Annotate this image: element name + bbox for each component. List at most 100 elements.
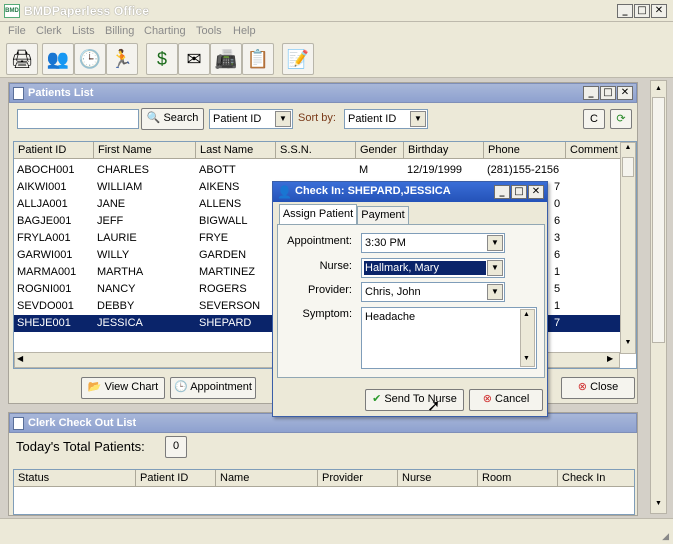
cell-first-name: JEFF — [97, 215, 124, 227]
scroll-right-icon[interactable]: ▶ — [607, 354, 613, 363]
chevron-down-icon[interactable]: ▼ — [410, 111, 426, 127]
menu-file[interactable]: File — [8, 25, 26, 37]
chevron-down-icon[interactable]: ▼ — [487, 260, 503, 276]
chevron-down-icon[interactable]: ▼ — [275, 111, 291, 127]
nurse-select[interactable]: Hallmark, Mary ▼ — [361, 258, 505, 278]
cell-phone: 5 — [554, 283, 561, 295]
symptom-scrollbar[interactable]: ▲ ▼ — [520, 309, 535, 367]
scroll-down-icon[interactable]: ▼ — [622, 339, 634, 351]
clock-icon[interactable]: 🕒 — [74, 43, 106, 75]
cell-phone: (281)155-2156 — [487, 164, 560, 176]
scroll-down-icon[interactable]: ▼ — [523, 355, 530, 362]
scroll-up-icon[interactable]: ▲ — [622, 144, 634, 156]
col-ssn[interactable]: S.S.N. — [276, 142, 356, 159]
dialog-maximize-icon[interactable]: □ — [511, 185, 527, 199]
refresh-icon[interactable]: ⟳ — [610, 109, 632, 129]
patients-maximize-icon[interactable]: □ — [600, 86, 616, 100]
col-name[interactable]: Name — [216, 470, 318, 487]
scroll-up-icon[interactable]: ▲ — [652, 82, 665, 96]
notes-icon[interactable]: 📋 — [242, 43, 274, 75]
menu-tools[interactable]: Tools — [196, 25, 222, 37]
tab-payment[interactable]: Payment — [357, 206, 409, 225]
provider-label: Provider: — [307, 284, 352, 296]
col-nurse[interactable]: Nurse — [398, 470, 478, 487]
patient-search-input[interactable] — [17, 109, 139, 129]
col-patient-id[interactable]: Patient ID — [136, 470, 216, 487]
menu-billing[interactable]: Billing — [105, 25, 134, 37]
chevron-down-icon[interactable]: ▼ — [487, 284, 503, 300]
cell-patient-id: AIKWI001 — [17, 181, 67, 193]
dialog-close-icon[interactable]: ✕ — [528, 185, 544, 199]
cell-last-name: ALLENS — [199, 198, 242, 210]
check-in-dialog-title-bar: 👤 Check In: SHEPARD,JESSICA _ □ ✕ — [273, 182, 547, 202]
maximize-icon[interactable]: □ — [634, 4, 650, 18]
minimize-icon[interactable]: _ — [617, 4, 633, 18]
col-first-name[interactable]: First Name — [94, 142, 196, 159]
clear-button[interactable]: C — [583, 109, 605, 129]
appointment-select[interactable]: 3:30 PM ▼ — [361, 233, 505, 253]
send-to-nurse-button[interactable]: ✔ Send To Nurse — [365, 389, 464, 411]
scanner-icon[interactable]: 🖨 — [6, 43, 38, 75]
cell-first-name: NANCY — [97, 283, 136, 295]
cell-first-name: JESSICA — [97, 317, 143, 329]
runner-icon[interactable]: 🏃 — [106, 43, 138, 75]
col-phone[interactable]: Phone — [484, 142, 566, 159]
chevron-down-icon[interactable]: ▼ — [487, 235, 503, 251]
cancel-button-label: Cancel — [495, 393, 530, 405]
assign-patient-tab-panel: Appointment: 3:30 PM ▼ Nurse: Hallmark, … — [277, 224, 545, 378]
provider-select[interactable]: Chris, John ▼ — [361, 282, 505, 302]
clock-icon: 🕒 — [174, 381, 188, 393]
col-check-in[interactable]: Check In — [558, 470, 634, 487]
col-last-name[interactable]: Last Name — [196, 142, 276, 159]
cell-first-name: CHARLES — [97, 164, 149, 176]
cell-patient-id: ROGNI001 — [17, 283, 72, 295]
mail-icon[interactable]: ✉ — [178, 43, 210, 75]
scroll-left-icon[interactable]: ◀ — [17, 354, 23, 363]
cell-first-name: DEBBY — [97, 300, 135, 312]
cancel-icon: ⊗ — [482, 393, 492, 405]
folder-icon: 📂 — [87, 381, 102, 393]
scroll-thumb[interactable] — [652, 97, 665, 343]
col-status[interactable]: Status — [14, 470, 136, 487]
edit-icon[interactable]: 📝 — [282, 43, 314, 75]
resize-grip-icon[interactable]: ◢ — [662, 531, 669, 542]
search-by-select[interactable]: Patient ID ▼ — [209, 109, 293, 129]
scroll-up-icon[interactable]: ▲ — [523, 311, 530, 318]
menu-clerk[interactable]: Clerk — [36, 25, 62, 37]
dialog-minimize-icon[interactable]: _ — [494, 185, 510, 199]
close-button[interactable]: ⊗ Close — [561, 377, 635, 399]
sort-by-select[interactable]: Patient ID ▼ — [344, 109, 428, 129]
menu-charting[interactable]: Charting — [144, 25, 186, 37]
fax-icon[interactable]: 📠 — [210, 43, 242, 75]
patients-minimize-icon[interactable]: _ — [583, 86, 599, 100]
col-patient-id[interactable]: Patient ID — [14, 142, 94, 159]
col-room[interactable]: Room — [478, 470, 558, 487]
table-row[interactable]: ABOCH001 CHARLES ABOTT M 12/19/1999 (281… — [14, 162, 636, 179]
symptom-textarea[interactable]: Headache ▲ ▼ — [361, 307, 537, 369]
cell-last-name: ABOTT — [199, 164, 236, 176]
col-comment[interactable]: Comment — [566, 142, 626, 159]
tab-assign-patient[interactable]: Assign Patient — [279, 204, 357, 225]
cancel-button[interactable]: ⊗ Cancel — [469, 389, 543, 411]
col-provider[interactable]: Provider — [318, 470, 398, 487]
checkout-panel: Clerk Check Out List Today's Total Patie… — [8, 412, 638, 516]
col-birthday[interactable]: Birthday — [404, 142, 484, 159]
cell-last-name: FRYE — [199, 232, 229, 244]
cell-phone: 3 — [554, 232, 561, 244]
document-icon — [13, 87, 24, 100]
main-scrollbar[interactable]: ▲ ▼ — [650, 80, 667, 514]
menu-lists[interactable]: Lists — [72, 25, 95, 37]
check-in-dialog: 👤 Check In: SHEPARD,JESSICA _ □ ✕ Assign… — [272, 181, 548, 417]
close-icon[interactable]: ✕ — [651, 4, 667, 18]
view-chart-button[interactable]: 📂 View Chart — [81, 377, 165, 399]
patients-icon[interactable]: 👥 — [42, 43, 74, 75]
col-gender[interactable]: Gender — [356, 142, 404, 159]
patients-close-icon[interactable]: ✕ — [617, 86, 633, 100]
grid-vertical-scrollbar[interactable]: ▲ ▼ — [620, 142, 636, 354]
menu-help[interactable]: Help — [233, 25, 256, 37]
search-button[interactable]: 🔍 Search — [141, 108, 204, 130]
billing-icon[interactable]: $ — [146, 43, 178, 75]
appointment-button[interactable]: 🕒 Appointment — [170, 377, 256, 399]
scroll-thumb[interactable] — [622, 157, 634, 177]
scroll-down-icon[interactable]: ▼ — [652, 497, 665, 511]
